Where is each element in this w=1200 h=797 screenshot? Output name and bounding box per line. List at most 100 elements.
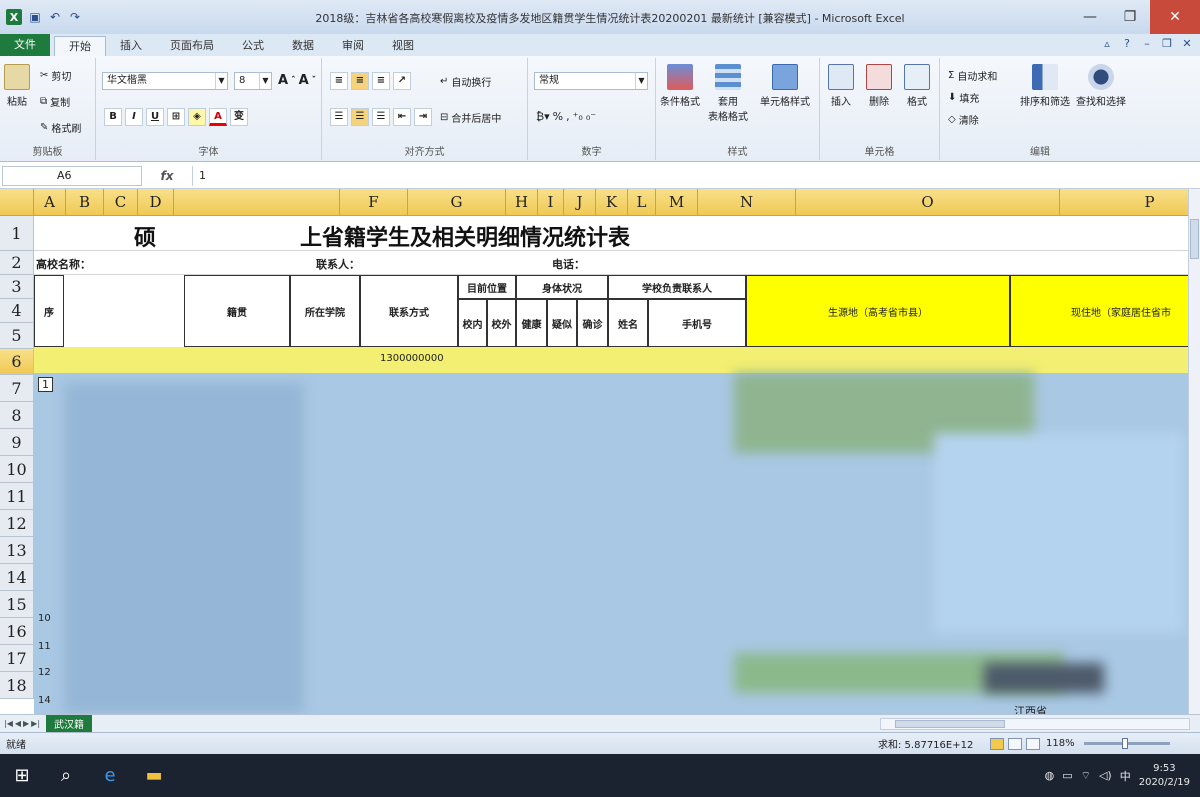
edge-browser-icon[interactable]: e: [88, 754, 132, 797]
copy-button[interactable]: ⧉ 复制: [40, 94, 70, 109]
align-right-button[interactable]: ☰: [372, 108, 390, 126]
font-color-button[interactable]: A: [209, 108, 227, 126]
sort-filter-button[interactable]: 排序和筛选: [1020, 64, 1070, 108]
conditional-format-button[interactable]: 条件格式: [660, 64, 700, 108]
row-header[interactable]: 2: [0, 251, 34, 275]
tab-data[interactable]: 数据: [278, 36, 328, 56]
border-button[interactable]: ⊞: [167, 108, 185, 126]
next-sheet-icon[interactable]: ▶: [23, 719, 29, 728]
ime-indicator[interactable]: 中: [1120, 768, 1131, 784]
wrap-text-button[interactable]: ↵ 自动换行: [440, 74, 491, 89]
row-header[interactable]: 11: [0, 483, 34, 510]
align-top-button[interactable]: ≡: [330, 72, 348, 90]
column-header[interactable]: P: [1060, 189, 1188, 216]
row-header[interactable]: 10: [0, 456, 34, 483]
workbook-minimize-icon[interactable]: –: [1140, 37, 1154, 51]
comma-button[interactable]: ,: [566, 110, 570, 123]
row-header[interactable]: 18: [0, 672, 34, 699]
increase-decimal-icon[interactable]: ⁺₀: [573, 110, 583, 123]
undo-icon[interactable]: ↶: [48, 10, 62, 24]
column-header[interactable]: K: [596, 189, 628, 216]
column-header[interactable]: N: [698, 189, 796, 216]
excel-app-icon[interactable]: X: [6, 9, 22, 25]
selected-cell-a6[interactable]: 1: [38, 377, 53, 392]
page-break-view-button[interactable]: [1026, 737, 1040, 750]
column-header[interactable]: J: [564, 189, 596, 216]
worksheet-grid[interactable]: ABCDFGHIJKLMNOP 1 2 3 4 5 6 7 8 9 10 11 12 13 14 15 16 1…: [0, 189, 1188, 714]
help-icon[interactable]: ?: [1120, 37, 1134, 51]
sheet-tab-wuhan[interactable]: 武汉籍: [46, 715, 93, 732]
row-header[interactable]: 13: [0, 537, 34, 564]
autosum-button[interactable]: Σ 自动求和: [948, 68, 997, 83]
tab-home[interactable]: 开始: [54, 36, 106, 56]
row-header[interactable]: 9: [0, 429, 34, 456]
file-explorer-icon[interactable]: ▬: [132, 754, 176, 797]
tab-file[interactable]: 文件: [0, 34, 50, 56]
workbook-restore-icon[interactable]: ❐: [1160, 37, 1174, 51]
paste-button[interactable]: 粘贴: [4, 64, 30, 108]
maximize-button[interactable]: ❐: [1110, 0, 1150, 34]
font-size-combo[interactable]: 8 ▼: [234, 72, 272, 90]
vertical-scrollbar[interactable]: [1188, 189, 1200, 714]
vertical-scroll-thumb[interactable]: [1190, 219, 1199, 259]
align-middle-button[interactable]: ≡: [351, 72, 369, 90]
row-header[interactable]: 8: [0, 402, 34, 429]
search-icon[interactable]: ⌕: [44, 754, 88, 797]
fill-color-button[interactable]: ◈: [188, 108, 206, 126]
column-header[interactable]: M: [656, 189, 698, 216]
currency-icon[interactable]: ₿▾: [536, 110, 550, 123]
tab-view[interactable]: 视图: [378, 36, 428, 56]
column-header[interactable]: A: [34, 189, 66, 216]
windows-start-icon[interactable]: ⊞: [0, 754, 44, 797]
cut-button[interactable]: ✂ 剪切: [40, 68, 71, 83]
column-header[interactable]: F: [340, 189, 408, 216]
data-rows[interactable]: 1 10 11 12 14 江西省: [34, 373, 1188, 714]
format-painter-button[interactable]: ✎ 格式刷: [40, 120, 81, 135]
align-bottom-button[interactable]: ≡: [372, 72, 390, 90]
format-cells-button[interactable]: 格式: [904, 64, 930, 108]
increase-indent-button[interactable]: ⇥: [414, 108, 432, 126]
column-header[interactable]: L: [628, 189, 656, 216]
horizontal-scroll-thumb[interactable]: [895, 720, 1005, 728]
insert-cells-button[interactable]: 插入: [828, 64, 854, 108]
column-header[interactable]: H: [506, 189, 538, 216]
column-header[interactable]: [174, 189, 340, 216]
column-header[interactable]: G: [408, 189, 506, 216]
table-format-button[interactable]: 套用 表格格式: [708, 64, 748, 123]
cell-styles-button[interactable]: 单元格样式: [760, 64, 810, 108]
delete-cells-button[interactable]: 删除: [866, 64, 892, 108]
align-center-button[interactable]: ☰: [351, 108, 369, 126]
bold-button[interactable]: B: [104, 108, 122, 126]
save-icon[interactable]: ▣: [28, 10, 42, 24]
column-header[interactable]: O: [796, 189, 1060, 216]
first-sheet-icon[interactable]: |◀: [4, 719, 13, 728]
row-header[interactable]: 5: [0, 323, 34, 349]
column-header[interactable]: D: [138, 189, 174, 216]
clock[interactable]: 9:53 2020/2/19: [1139, 762, 1190, 790]
close-button[interactable]: ✕: [1150, 0, 1200, 34]
row-header[interactable]: 17: [0, 645, 34, 672]
last-sheet-icon[interactable]: ▶|: [31, 719, 40, 728]
fill-button[interactable]: ⬇ 填充: [948, 90, 979, 105]
prev-sheet-icon[interactable]: ◀: [15, 719, 21, 728]
decrease-indent-button[interactable]: ⇤: [393, 108, 411, 126]
formula-input[interactable]: 1: [192, 165, 1200, 186]
redo-icon[interactable]: ↷: [68, 10, 82, 24]
tab-insert[interactable]: 插入: [106, 36, 156, 56]
horizontal-scrollbar[interactable]: [880, 718, 1190, 730]
tab-review[interactable]: 审阅: [328, 36, 378, 56]
find-select-button[interactable]: 查找和选择: [1076, 64, 1126, 108]
column-header[interactable]: B: [66, 189, 104, 216]
align-left-button[interactable]: ☰: [330, 108, 348, 126]
column-header[interactable]: I: [538, 189, 564, 216]
percent-button[interactable]: %: [553, 110, 563, 123]
column-header[interactable]: C: [104, 189, 138, 216]
zoom-level[interactable]: 118%: [1046, 738, 1075, 749]
italic-button[interactable]: I: [125, 108, 143, 126]
underline-button[interactable]: U: [146, 108, 164, 126]
select-all-corner[interactable]: [0, 189, 34, 216]
merge-center-button[interactable]: ⊟ 合并后居中: [440, 110, 501, 125]
ribbon-minimize-icon[interactable]: ▵: [1100, 37, 1114, 51]
orientation-button[interactable]: ↗: [393, 72, 411, 90]
insert-function-icon[interactable]: fx: [142, 169, 192, 183]
